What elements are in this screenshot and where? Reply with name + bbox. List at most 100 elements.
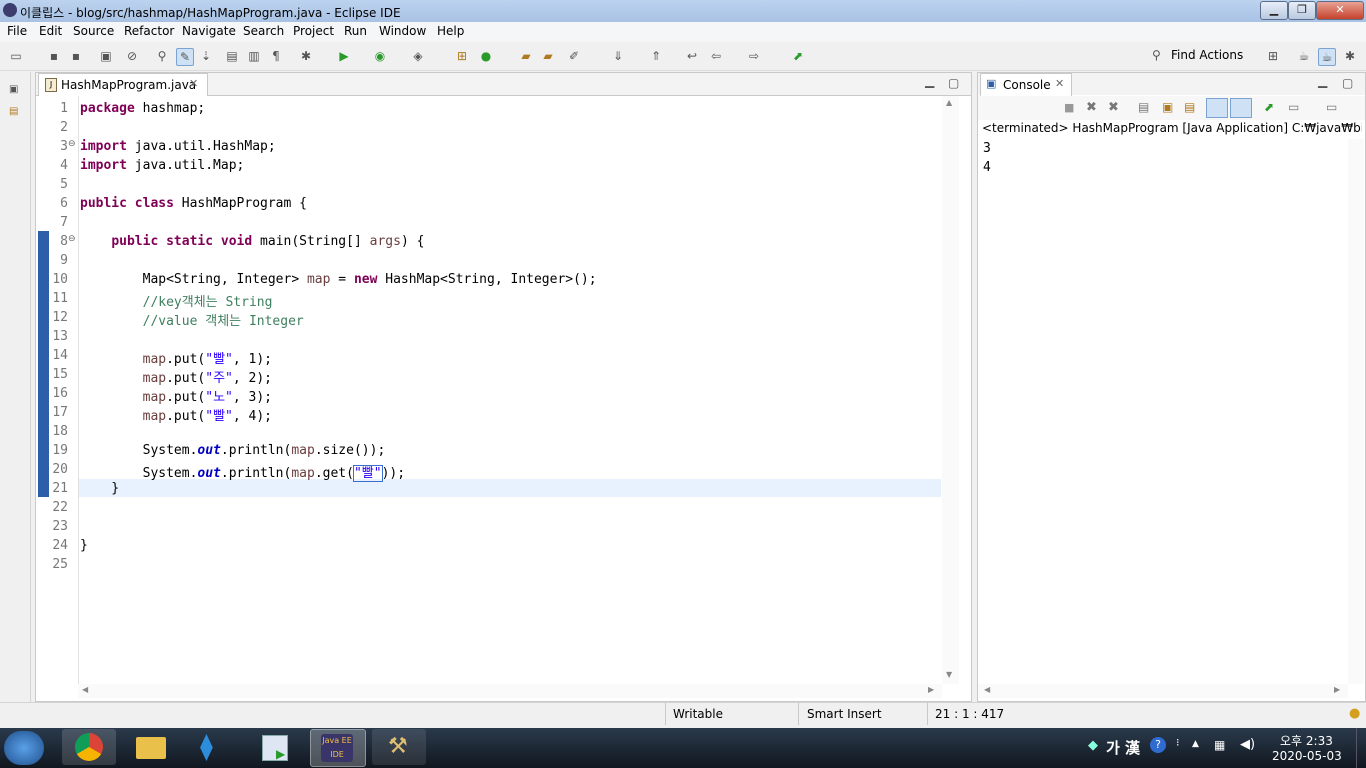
code-line-8[interactable]: public static void main(String[] args) {: [80, 234, 424, 249]
open-console-icon[interactable]: ▭: [1326, 100, 1337, 114]
console-vertical-scrollbar[interactable]: [1348, 139, 1364, 684]
fold-collapse-icon[interactable]: ⊖: [68, 234, 76, 244]
editor-vertical-scrollbar[interactable]: ▲ ▼: [942, 96, 959, 684]
open-type-icon[interactable]: ⚲: [154, 48, 170, 64]
find-actions-button[interactable]: Find Actions: [1171, 48, 1243, 62]
tools-taskbar-icon[interactable]: ⚒: [372, 729, 426, 765]
network-icon[interactable]: ▦: [1214, 738, 1225, 752]
maximize-button[interactable]: ❐: [1288, 1, 1316, 20]
code-line-19[interactable]: System.out.println(map.size());: [80, 443, 386, 458]
open-perspective-icon[interactable]: ⊞: [1265, 48, 1281, 64]
scroll-up-icon[interactable]: ▲: [946, 98, 952, 107]
forward-icon[interactable]: ⇨: [746, 48, 762, 64]
menu-search[interactable]: Search: [243, 24, 284, 38]
clock-date[interactable]: 2020-05-03: [1272, 749, 1342, 763]
new-class-icon[interactable]: ●: [478, 48, 494, 64]
scroll-down-icon[interactable]: ▼: [946, 670, 952, 679]
display-console-icon[interactable]: ▭: [1288, 100, 1299, 114]
debug-perspective-icon[interactable]: ✱: [1342, 48, 1358, 64]
code-line-3[interactable]: import java.util.HashMap;: [80, 139, 276, 154]
code-line-24[interactable]: }: [80, 538, 88, 553]
find-actions-search-icon[interactable]: ⚲: [1152, 48, 1161, 62]
new-icon[interactable]: ▭: [8, 48, 24, 64]
coverage-icon[interactable]: ◉: [372, 48, 388, 64]
code-line-11[interactable]: //key객체는 String: [80, 291, 273, 310]
code-line-14[interactable]: map.put("빨", 1);: [80, 348, 272, 367]
tip-lightbulb-icon[interactable]: ●: [1349, 706, 1360, 721]
start-button[interactable]: [4, 731, 44, 765]
clear-console-icon[interactable]: ▤: [1138, 100, 1149, 114]
word-wrap-icon[interactable]: ▥: [246, 48, 262, 64]
terminate-icon[interactable]: ■: [1064, 101, 1074, 114]
code-line-15[interactable]: map.put("주", 2);: [80, 367, 272, 386]
word-wrap-icon[interactable]: ▤: [1184, 100, 1195, 114]
menu-help[interactable]: Help: [437, 24, 464, 38]
code-line-1[interactable]: package hashmap;: [80, 101, 205, 116]
show-on-stdout-icon[interactable]: [1206, 98, 1228, 118]
ime-help-icon[interactable]: ?: [1150, 737, 1166, 753]
remove-all-icon[interactable]: ✖: [1108, 100, 1119, 115]
show-on-stderr-icon[interactable]: [1230, 98, 1252, 118]
scroll-right-icon[interactable]: ▶: [1334, 685, 1340, 694]
menu-file[interactable]: File: [7, 24, 27, 38]
debug-icon[interactable]: ✱: [298, 48, 314, 64]
show-desktop-button[interactable]: [1356, 728, 1366, 768]
show-whitespace-icon[interactable]: ¶: [268, 48, 284, 64]
eclipse-taskbar-icon[interactable]: Java EE IDE: [310, 729, 366, 767]
save-all-icon[interactable]: ▪: [68, 48, 84, 64]
menu-refactor[interactable]: Refactor: [124, 24, 174, 38]
save-icon[interactable]: ▪: [46, 48, 62, 64]
scroll-lock-icon[interactable]: ▣: [1162, 100, 1173, 114]
ime-indicator[interactable]: 가 漢: [1106, 737, 1140, 758]
code-line-10[interactable]: Map<String, Integer> map = new HashMap<S…: [80, 272, 597, 287]
chrome-taskbar-icon[interactable]: [62, 729, 116, 765]
maximize-view-icon[interactable]: ▢: [948, 76, 959, 90]
minimize-view-icon[interactable]: ▁: [925, 74, 934, 88]
scroll-right-icon[interactable]: ▶: [928, 685, 934, 694]
language-bar-icon[interactable]: ◆: [1088, 738, 1098, 753]
code-line-4[interactable]: import java.util.Map;: [80, 158, 244, 173]
pin-editor-icon[interactable]: ⬈: [790, 48, 806, 64]
terminal-icon[interactable]: ▣: [98, 48, 114, 64]
prev-edit-icon[interactable]: ⇑: [648, 48, 664, 64]
close-tab-icon[interactable]: ✕: [1055, 77, 1064, 90]
code-line-16[interactable]: map.put("노", 3);: [80, 386, 272, 405]
show-hidden-icons-icon[interactable]: ▲: [1192, 739, 1199, 749]
external-tools-icon[interactable]: ◈: [410, 48, 426, 64]
block-selection-icon[interactable]: ▤: [224, 48, 240, 64]
remove-launch-icon[interactable]: ✖: [1086, 100, 1097, 115]
code-line-20[interactable]: System.out.println(map.get("빨"));: [80, 462, 405, 482]
package-explorer-icon[interactable]: ▤: [9, 106, 18, 117]
tab-console[interactable]: ▣ Console ✕: [980, 73, 1072, 96]
javaee-perspective-icon[interactable]: ☕: [1318, 48, 1336, 66]
open-task-icon[interactable]: ▰: [540, 48, 556, 64]
vscode-taskbar-icon[interactable]: ⧫: [186, 729, 240, 765]
next-annotation-icon[interactable]: ⇣: [198, 48, 214, 64]
menu-window[interactable]: Window: [379, 24, 426, 38]
menu-navigate[interactable]: Navigate: [182, 24, 236, 38]
skip-breakpoints-icon[interactable]: ⊘: [124, 48, 140, 64]
close-tab-icon[interactable]: ✕: [189, 77, 198, 90]
menu-source[interactable]: Source: [73, 24, 114, 38]
scroll-left-icon[interactable]: ◀: [984, 685, 990, 694]
open-folder-icon[interactable]: ▰: [518, 48, 534, 64]
volume-icon[interactable]: ◀): [1240, 737, 1255, 752]
next-edit-icon[interactable]: ⇓: [610, 48, 626, 64]
console-horizontal-scrollbar[interactable]: ◀ ▶: [978, 684, 1348, 698]
pin-console-icon[interactable]: ⬈: [1264, 100, 1274, 114]
java-perspective-icon[interactable]: ☕: [1296, 48, 1312, 64]
search-toolbar-icon[interactable]: ✐: [566, 48, 582, 64]
fold-collapse-icon[interactable]: ⊖: [68, 139, 76, 149]
tab-hashmapprogram[interactable]: J HashMapProgram.java ✕: [38, 73, 208, 96]
code-line-17[interactable]: map.put("빨", 4);: [80, 405, 272, 424]
restore-icon[interactable]: ▣: [9, 84, 18, 95]
run-icon[interactable]: ▶: [336, 48, 352, 64]
close-button[interactable]: ✕: [1316, 1, 1364, 20]
minimize-button[interactable]: ▁: [1260, 1, 1288, 20]
menu-edit[interactable]: Edit: [39, 24, 62, 38]
back-icon[interactable]: ⇦: [708, 48, 724, 64]
minimize-view-icon[interactable]: ▁: [1318, 74, 1327, 88]
new-java-project-icon[interactable]: ⊞: [454, 48, 470, 64]
console-output[interactable]: 3 4: [978, 139, 1348, 684]
mark-occurrences-icon[interactable]: ✎: [176, 48, 194, 66]
